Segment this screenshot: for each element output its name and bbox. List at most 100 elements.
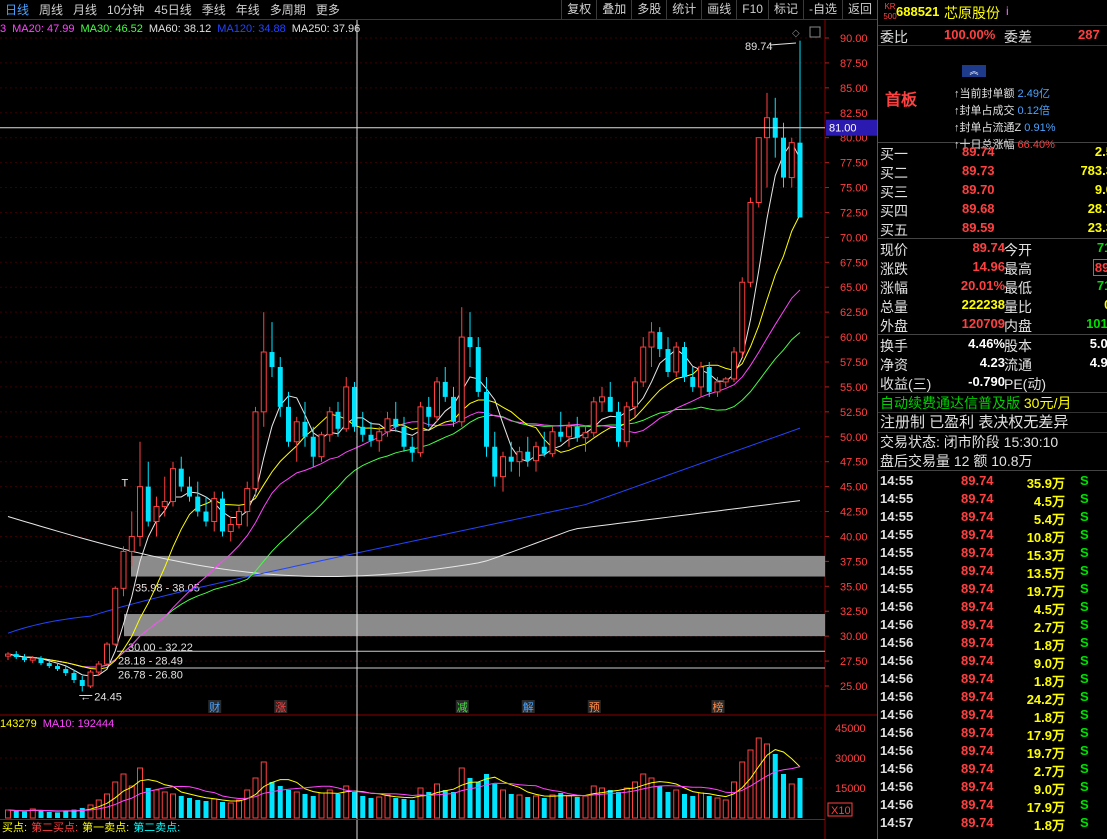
price-tick-label: 27.50 [840, 656, 868, 668]
limit-info-row: ↑封单占流通Z 0.91% [954, 120, 1055, 137]
candle-body [781, 137, 786, 178]
stat-label: 净资 [880, 357, 908, 373]
event-tag: 减 [457, 701, 468, 714]
volume-bar [384, 794, 391, 819]
tick-row[interactable]: 14:55 89.74 13.5万 S [878, 562, 1107, 581]
volume-bar [574, 797, 580, 818]
tick-row[interactable]: 14:56 89.74 9.0万 S [878, 778, 1107, 797]
promo-text: 自动续费通达信普及版 [880, 395, 1020, 411]
volume-bar [211, 798, 218, 819]
volume-bar [104, 793, 110, 819]
candle-body [599, 396, 605, 403]
weibi-value: 100.00% [944, 27, 996, 42]
order-book-row[interactable]: 买五 89.59 23.3 [878, 219, 1107, 238]
order-book-row[interactable]: 买三 89.70 9.0 [878, 181, 1107, 200]
stock-code[interactable]: 688521 [896, 4, 939, 19]
volume-tick-label: 30000 [835, 753, 866, 765]
candle-body [566, 426, 572, 438]
tick-row[interactable]: 14:56 89.74 1.8万 S [878, 670, 1107, 689]
tick-list[interactable]: 14:55 89.74 35.9万 S 14:55 89.74 4.5万 S 14:55 89.7… [878, 471, 1107, 833]
volume-bar [434, 783, 440, 819]
tick-row[interactable]: 14:56 89.74 9.0万 S [878, 652, 1107, 671]
tick-time: 14:56 [880, 743, 914, 758]
weibi-row: 委比 100.00% 委差 287 [878, 26, 1107, 46]
order-book-row[interactable]: 买二 89.73 783.3 [878, 162, 1107, 181]
tick-price: 89.74 [961, 473, 994, 488]
tick-direction: S [1080, 761, 1089, 776]
quote-stats: 现价 89.74今开 71. 涨跌 14.96最高 89. 涨幅 20.01%最低 71. 总量 2… [878, 239, 1107, 335]
tick-direction: S [1080, 725, 1089, 740]
candle-body [13, 654, 19, 658]
price-tick-label: 72.50 [840, 207, 868, 219]
tick-price: 89.74 [961, 653, 994, 668]
tick-row[interactable]: 14:56 89.74 2.7万 S [878, 760, 1107, 779]
tick-time: 14:56 [880, 707, 914, 722]
book-level-label: 买三 [880, 184, 908, 200]
tick-row[interactable]: 14:56 89.74 2.7万 S [878, 616, 1107, 635]
weibi-label: 委比 [880, 29, 908, 45]
tick-row[interactable]: 14:55 89.74 35.9万 S [878, 472, 1107, 491]
tick-row[interactable]: 14:55 89.74 4.5万 S [878, 490, 1107, 509]
stat-row: 净资 4.23流通 4.98 [878, 354, 1107, 373]
tick-row[interactable]: 14:56 89.74 1.8万 S [878, 706, 1107, 725]
volume-bar [484, 774, 489, 818]
price-tick-label: 85.00 [840, 83, 868, 95]
tick-price: 89.74 [961, 761, 994, 776]
price-tick-label: 77.50 [840, 158, 868, 170]
tick-time: 14:55 [880, 563, 914, 578]
tick-row[interactable]: 14:55 89.74 19.7万 S [878, 580, 1107, 599]
tick-row[interactable]: 14:56 89.74 17.9万 S [878, 724, 1107, 743]
candlestick-chart[interactable]: 90.0087.5085.0082.5080.0077.5075.0072.50… [0, 0, 877, 839]
order-book-row[interactable]: 买四 89.68 28.7 [878, 200, 1107, 219]
tick-row[interactable]: 14:56 89.74 19.7万 S [878, 742, 1107, 761]
candle-body [360, 426, 366, 435]
legend-item: MA120: 34.88 [217, 23, 286, 35]
candle-body [475, 347, 481, 392]
tick-direction: S [1080, 491, 1089, 506]
tick-time: 14:56 [880, 635, 914, 650]
tick-price: 89.74 [961, 563, 994, 578]
promo-banner[interactable]: 自动续费通达信普及版 30元/月 [878, 393, 1107, 413]
info-icon[interactable]: i [1006, 4, 1009, 18]
tick-row[interactable]: 14:57 89.74 1.8万 S [878, 814, 1107, 833]
tick-row[interactable]: 14:55 89.74 10.8万 S [878, 526, 1107, 545]
stat-label: 现价 [880, 242, 908, 258]
stat-label: 最高 [1004, 261, 1032, 277]
stock-name[interactable]: 芯原股份 [944, 3, 1000, 23]
tick-row[interactable]: 14:55 89.74 15.3万 S [878, 544, 1107, 563]
volume-legend: 143279 MA10: 192444 [0, 717, 114, 731]
tick-row[interactable]: 14:56 89.74 1.8万 S [878, 634, 1107, 653]
volume-bar [698, 792, 704, 819]
tick-time: 14:55 [880, 491, 914, 506]
tick-row[interactable]: 14:56 89.74 17.9万 S [878, 796, 1107, 815]
double-chevron-up-icon[interactable]: ︽ [962, 65, 986, 77]
volume-bar [657, 786, 663, 818]
volume-bar [467, 778, 473, 818]
tick-price: 89.74 [961, 689, 994, 704]
candle-body [797, 142, 803, 218]
volume-bar [731, 781, 737, 819]
stat-label: 外盘 [880, 318, 908, 334]
price-tick-label: 70.00 [840, 232, 868, 244]
stat-value: 4.46% [968, 336, 1005, 351]
tick-price: 89.74 [961, 725, 994, 740]
candle-body [648, 331, 655, 348]
volume-bar [128, 785, 135, 819]
order-book-row[interactable]: 买一 89.74 2.5 [878, 143, 1107, 162]
stat-value: 89. [1092, 259, 1107, 276]
tick-direction: S [1080, 599, 1089, 614]
price-tick-label: 45.00 [840, 482, 868, 494]
tick-row[interactable]: 14:56 89.74 24.2万 S [878, 688, 1107, 707]
candle-body [29, 657, 36, 661]
tick-row[interactable]: 14:55 89.74 5.4万 S [878, 508, 1107, 527]
tick-row[interactable]: 14:56 89.74 4.5万 S [878, 598, 1107, 617]
candle-body [318, 434, 325, 458]
price-tick-label: 62.50 [840, 307, 868, 319]
volume-bar [286, 790, 291, 818]
volume-bar [549, 794, 556, 819]
candle-body [302, 421, 308, 437]
volume-bar [153, 789, 160, 819]
crosshair-price-label: 81.00 [829, 123, 857, 135]
candle-body [632, 381, 638, 408]
candle-body [128, 535, 135, 552]
